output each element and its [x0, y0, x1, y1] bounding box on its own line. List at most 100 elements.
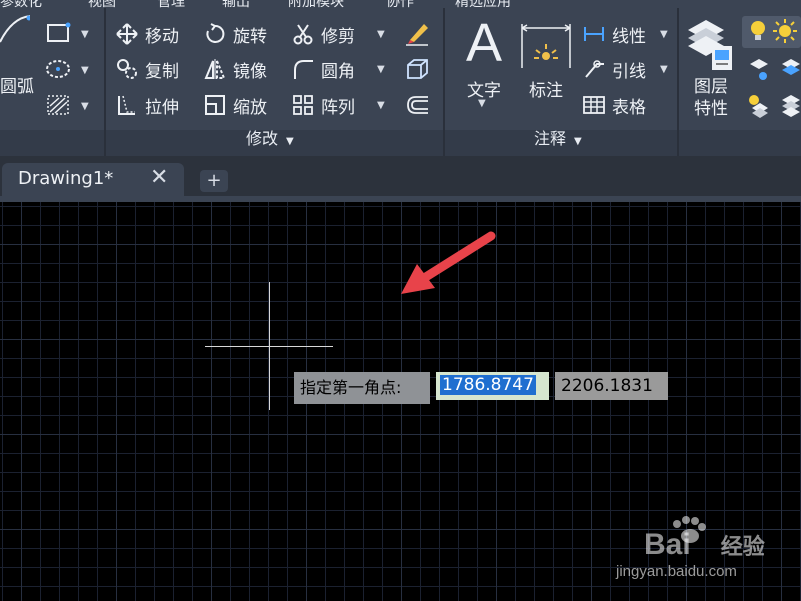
- rotate-icon: [203, 22, 227, 46]
- leader-icon: [582, 57, 606, 81]
- erase-icon[interactable]: [404, 20, 430, 50]
- explode-icon[interactable]: [404, 56, 430, 86]
- grid-major-line: [211, 202, 212, 601]
- layer-match-icon[interactable]: [780, 56, 801, 86]
- lightbulb-icon[interactable]: [748, 18, 768, 48]
- array-button[interactable]: 阵列 ▼: [291, 91, 385, 119]
- linear-dropdown-icon[interactable]: ▼: [660, 29, 668, 40]
- move-label: 移动: [145, 26, 179, 47]
- stretch-button[interactable]: 拉伸: [115, 91, 179, 119]
- red-arrow-annotation: [401, 231, 496, 294]
- menu-item-featured-apps[interactable]: 精选应用: [455, 0, 511, 8]
- dynamic-input-prompt: 指定第一角点:: [294, 372, 430, 404]
- layers-panel-footer: [679, 130, 801, 156]
- fillet-dropdown-icon[interactable]: ▼: [377, 64, 385, 75]
- menu-item-manage[interactable]: 管理: [157, 0, 185, 8]
- menu-item-collaborate[interactable]: 协作: [386, 0, 414, 8]
- trim-icon: [291, 22, 315, 46]
- menu-item-parametric[interactable]: 参数化: [0, 0, 42, 8]
- svg-text:▼: ▼: [81, 29, 89, 40]
- leader-dropdown-icon[interactable]: ▼: [660, 64, 668, 75]
- hatch-icon[interactable]: ▼: [47, 94, 95, 120]
- copy-button[interactable]: 复制: [115, 55, 179, 83]
- fillet-button[interactable]: 圆角 ▼: [291, 55, 385, 83]
- watermark-brand: Bai 经验: [644, 528, 765, 562]
- coordinate-x-input[interactable]: 1786.8747: [436, 372, 549, 400]
- scale-icon: [203, 93, 227, 117]
- trim-button[interactable]: 修剪 ▼: [291, 20, 385, 48]
- move-button[interactable]: 移动: [115, 20, 179, 48]
- ellipse-icon[interactable]: ▼: [45, 58, 95, 84]
- scale-button[interactable]: 缩放: [203, 91, 267, 119]
- layer-properties-label-line2: 特性: [694, 99, 728, 119]
- coordinate-y-input[interactable]: 2206.1831: [555, 372, 668, 400]
- grid-major-line: [591, 202, 592, 601]
- modify-panel-title-text: 修改: [246, 129, 279, 148]
- layer-properties-icon[interactable]: [686, 16, 734, 76]
- rectangle-icon[interactable]: ▼: [47, 22, 95, 48]
- offset-icon[interactable]: [404, 94, 430, 120]
- menu-item-addins[interactable]: 附加模块: [288, 0, 344, 8]
- layer-isolate-icon[interactable]: [746, 92, 770, 122]
- modify-panel-title[interactable]: 修改 ▼: [246, 125, 294, 149]
- watermark-url: jingyan.baidu.com: [616, 563, 737, 580]
- grid-major-line: [116, 202, 117, 601]
- array-icon: [291, 93, 315, 117]
- coordinate-x-value: 1786.8747: [440, 375, 536, 395]
- grid-major-line: [0, 339, 801, 340]
- array-label: 阵列: [321, 97, 355, 118]
- leader-button[interactable]: 引线 ▼: [582, 55, 668, 83]
- layer-freeze-icon[interactable]: [748, 56, 770, 86]
- rotate-button[interactable]: 旋转: [203, 20, 267, 48]
- trim-dropdown-icon[interactable]: ▼: [377, 29, 385, 40]
- new-tab-button[interactable]: +: [200, 170, 228, 192]
- dimension-icon[interactable]: [520, 20, 572, 76]
- linear-dimension-icon: [582, 22, 606, 46]
- rotate-label: 旋转: [233, 26, 267, 47]
- sun-icon[interactable]: [772, 18, 798, 48]
- watermark-brand-text: Bai: [644, 528, 691, 561]
- copy-label: 复制: [145, 61, 179, 82]
- draw-panel-footer: [0, 130, 104, 156]
- chevron-down-icon: ▼: [286, 136, 294, 147]
- grid-major-line: [21, 202, 22, 601]
- annotation-panel-title-text: 注释: [534, 129, 567, 148]
- arc-tool-label[interactable]: 圆弧: [0, 72, 34, 97]
- mirror-label: 镜像: [233, 61, 267, 82]
- layer-properties-label-line1: 图层: [694, 77, 728, 97]
- layer-properties-label[interactable]: 图层 特性: [686, 76, 736, 120]
- move-icon: [115, 22, 139, 46]
- text-dropdown-icon[interactable]: ▼: [478, 98, 486, 109]
- linear-dimension-button[interactable]: 线性 ▼: [582, 20, 668, 48]
- svg-text:▼: ▼: [81, 101, 89, 112]
- grid-major-line: [0, 434, 801, 435]
- table-icon: [582, 93, 606, 117]
- mirror-icon: [203, 57, 227, 81]
- menu-item-view[interactable]: 视图: [88, 0, 116, 8]
- copy-icon: [115, 57, 139, 81]
- trim-label: 修剪: [321, 26, 355, 47]
- fillet-icon: [291, 57, 315, 81]
- annotation-panel-title[interactable]: 注释 ▼: [534, 125, 582, 149]
- crosshair-vertical: [269, 282, 270, 410]
- leader-label: 引线: [612, 61, 646, 82]
- stretch-icon: [115, 93, 139, 117]
- dimension-tool-label[interactable]: 标注: [522, 76, 570, 101]
- layer-stack-icon[interactable]: [780, 92, 801, 122]
- arc-tool-icon[interactable]: [0, 12, 32, 56]
- close-icon[interactable]: ✕: [150, 165, 168, 190]
- watermark-brand-suffix: 经验: [720, 534, 765, 559]
- scale-label: 缩放: [233, 97, 267, 118]
- document-tab-label: Drawing1*: [18, 168, 114, 189]
- stretch-label: 拉伸: [145, 97, 179, 118]
- menu-item-output[interactable]: 输出: [222, 0, 250, 8]
- linear-dimension-label: 线性: [612, 26, 646, 47]
- text-large-icon[interactable]: A: [462, 16, 506, 76]
- table-button[interactable]: 表格: [582, 91, 646, 119]
- mirror-button[interactable]: 镜像: [203, 55, 267, 83]
- svg-text:▼: ▼: [81, 65, 89, 76]
- chevron-down-icon: ▼: [574, 136, 582, 147]
- menu-bar: 参数化 视图 管理 输出 附加模块 协作 精选应用: [0, 0, 801, 8]
- fillet-label: 圆角: [321, 61, 355, 82]
- array-dropdown-icon[interactable]: ▼: [377, 100, 385, 111]
